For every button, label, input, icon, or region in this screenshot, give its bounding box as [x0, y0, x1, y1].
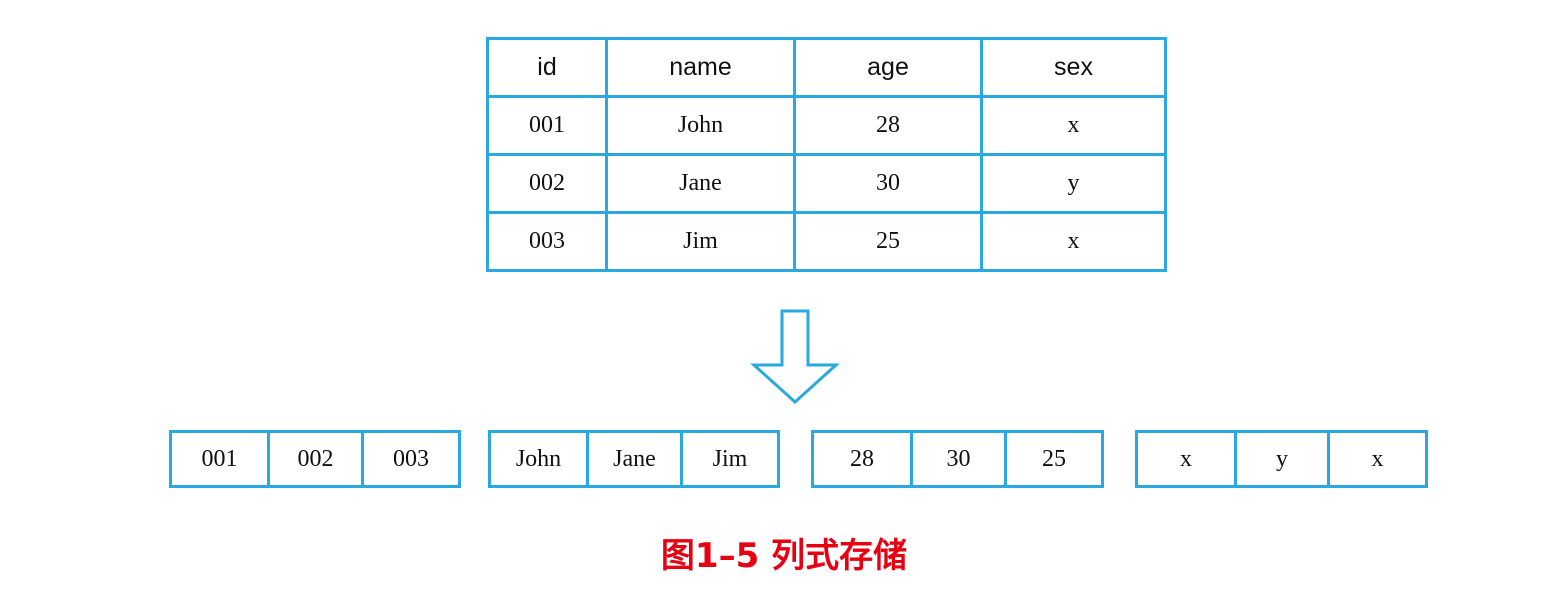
figure-caption: 图1–5 列式存储 [660, 536, 908, 576]
header-id: id [486, 37, 608, 98]
table-row: 003 Jim 25 x [486, 211, 1167, 272]
cell-sex: x [980, 95, 1167, 156]
column-cell: 003 [393, 445, 429, 472]
table-row: 002 Jane 30 y [486, 153, 1167, 214]
column-block-sex: x y x [1135, 430, 1428, 488]
cell-age: 28 [793, 95, 983, 156]
column-cell: Jim [712, 445, 748, 472]
column-cell: x [1371, 445, 1384, 472]
header-name: name [605, 37, 796, 98]
column-cell: 25 [1042, 445, 1066, 472]
source-table: id name age sex 001 John 28 x 002 Jane 3… [486, 37, 1167, 272]
column-cell: 28 [814, 433, 913, 485]
cell-name: Jim [605, 211, 796, 272]
down-arrow-icon [750, 309, 840, 405]
cell-age: 25 [793, 211, 983, 272]
column-cell: 001 [172, 433, 270, 485]
table-row: 001 John 28 x [486, 95, 1167, 156]
cell-id: 003 [486, 211, 608, 272]
column-cell: x [1138, 433, 1237, 485]
cell-id: 001 [486, 95, 608, 156]
cell-name: John [605, 95, 796, 156]
header-age: age [793, 37, 983, 98]
cell-name: Jane [605, 153, 796, 214]
column-cell: 002 [270, 433, 364, 485]
table-header-row: id name age sex [486, 37, 1167, 98]
cell-sex: x [980, 211, 1167, 272]
column-block-name: John Jane Jim [488, 430, 780, 488]
column-block-id: 001 002 003 [169, 430, 461, 488]
cell-id: 002 [486, 153, 608, 214]
column-cell: y [1237, 433, 1330, 485]
column-cell: John [491, 433, 589, 485]
column-cell: 30 [913, 433, 1007, 485]
cell-age: 30 [793, 153, 983, 214]
header-sex: sex [980, 37, 1167, 98]
row-table: id name age sex 001 John 28 x 002 Jane 3… [486, 37, 1167, 272]
cell-sex: y [980, 153, 1167, 214]
column-cell: Jane [589, 433, 683, 485]
column-block-age: 28 30 25 [811, 430, 1104, 488]
